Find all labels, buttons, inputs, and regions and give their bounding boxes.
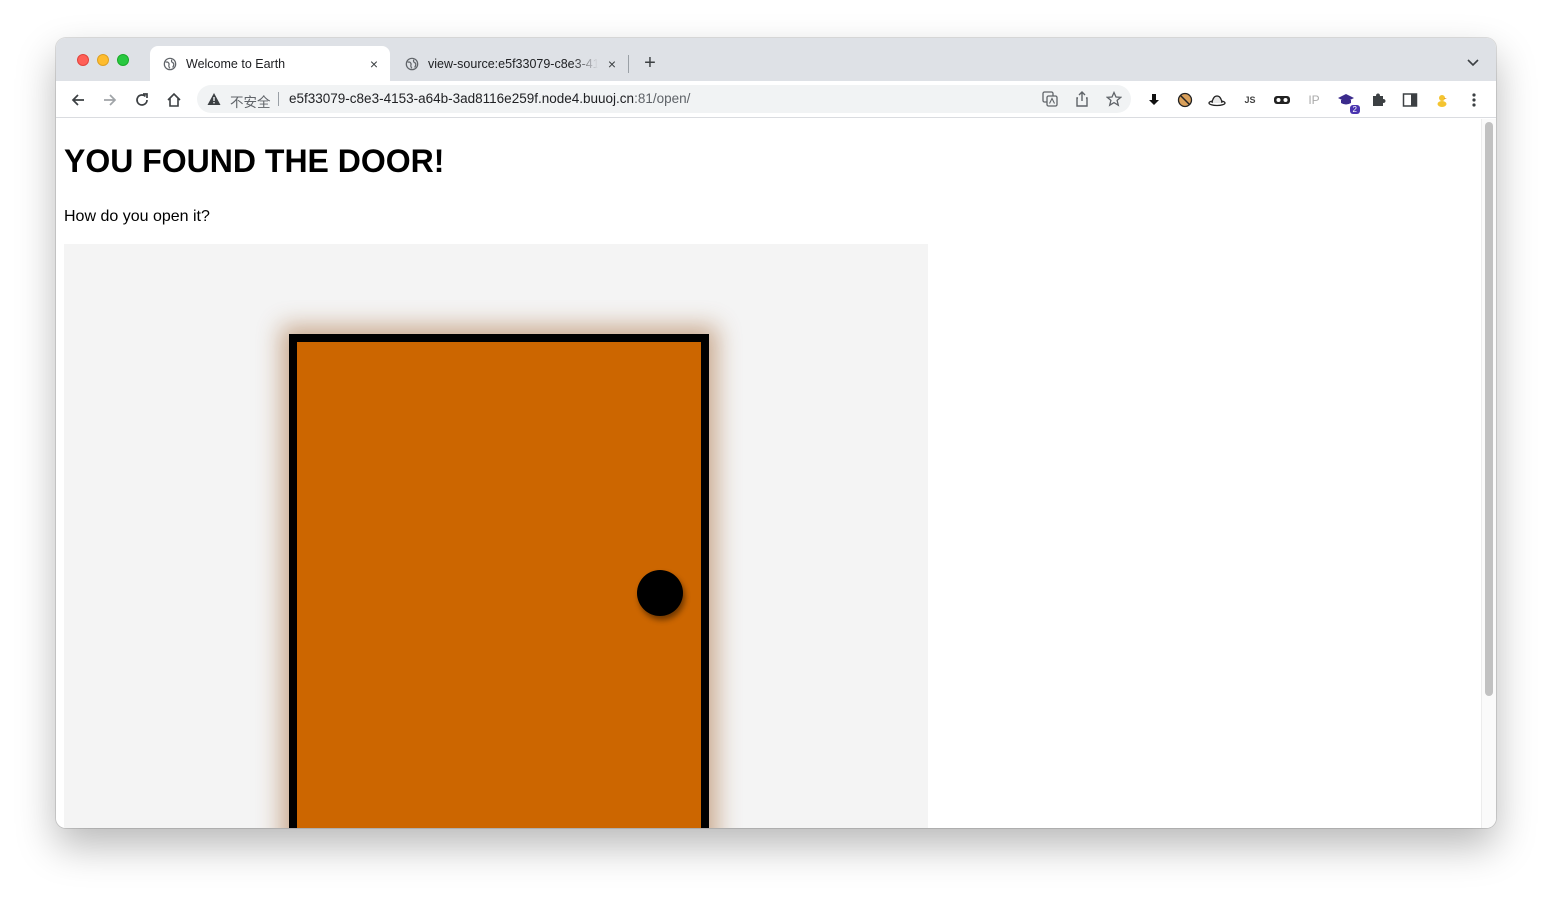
- duck-avatar-icon: [1437, 95, 1447, 107]
- arrow-left-icon: [71, 94, 84, 106]
- tab-search-button[interactable]: [1464, 54, 1482, 72]
- profile-button[interactable]: [1432, 90, 1452, 110]
- kebab-menu-icon: [1472, 93, 1476, 107]
- vertical-scrollbar[interactable]: [1481, 119, 1496, 828]
- chrome-menu-button[interactable]: [1464, 90, 1484, 110]
- share-button[interactable]: [1073, 90, 1091, 108]
- extension-badge: 2: [1349, 105, 1360, 114]
- js-label: JS: [1244, 95, 1256, 105]
- cookie-blocked-icon: [1177, 92, 1193, 108]
- js-extension[interactable]: JS: [1240, 90, 1260, 110]
- puzzle-icon: [1373, 93, 1386, 106]
- translate-icon: [1042, 91, 1058, 107]
- globe-icon: [405, 57, 419, 70]
- home-button[interactable]: [164, 90, 184, 110]
- page-heading: YOU FOUND THE DOOR!: [64, 143, 445, 179]
- browser-toolbar: 不安全 e5f33079-c8e3-4153-a64b-3ad8116e259f…: [56, 81, 1496, 118]
- download-arrow-icon: [1149, 94, 1159, 105]
- star-icon: [1106, 91, 1122, 107]
- scrollbar-thumb[interactable]: [1485, 122, 1493, 696]
- tab-welcome-to-earth[interactable]: Welcome to Earth ×: [150, 46, 390, 81]
- side-panel-button[interactable]: [1400, 90, 1420, 110]
- home-icon: [167, 92, 181, 107]
- translate-button[interactable]: [1041, 90, 1059, 108]
- warning-icon[interactable]: [207, 92, 221, 106]
- globe-icon: [163, 57, 177, 70]
- forward-button[interactable]: [100, 90, 120, 110]
- back-button[interactable]: [68, 90, 88, 110]
- mask-icon: [1274, 96, 1290, 104]
- new-tab-button[interactable]: +: [640, 52, 660, 74]
- url-text[interactable]: e5f33079-c8e3-4153-a64b-3ad8116e259f.nod…: [289, 91, 690, 106]
- ip-extension[interactable]: IP: [1304, 90, 1324, 110]
- page-viewport: YOU FOUND THE DOOR! How do you open it?: [56, 119, 1496, 828]
- browser-window: Welcome to Earth × view-source:e5f33079-…: [56, 38, 1496, 828]
- ip-label: IP: [1308, 93, 1320, 107]
- download-extension[interactable]: [1144, 90, 1164, 110]
- extensions-menu-button[interactable]: [1368, 90, 1388, 110]
- hat-extension[interactable]: [1207, 90, 1227, 110]
- tab-separator: [628, 55, 629, 73]
- url-host: e5f33079-c8e3-4153-a64b-3ad8116e259f.nod…: [289, 91, 635, 106]
- page-prompt: How do you open it?: [64, 208, 210, 225]
- address-separator: [278, 92, 279, 106]
- chevron-down-icon: [1467, 59, 1479, 67]
- bookmark-button[interactable]: [1105, 90, 1123, 108]
- cookie-extension[interactable]: [1175, 90, 1195, 110]
- tab-view-source[interactable]: view-source:e5f33079-c8e3-4153 ×: [392, 46, 628, 81]
- minimize-window-button[interactable]: [97, 54, 109, 66]
- tab-strip: Welcome to Earth × view-source:e5f33079-…: [56, 38, 1496, 81]
- security-label[interactable]: 不安全: [230, 91, 271, 111]
- maximize-window-button[interactable]: [117, 54, 129, 66]
- arrow-right-icon: [104, 94, 117, 106]
- graduation-extension[interactable]: 2: [1336, 90, 1360, 114]
- mask-extension[interactable]: [1272, 90, 1292, 110]
- tab-title: Welcome to Earth: [186, 56, 286, 71]
- tab-title: view-source:e5f33079-c8e3-4153: [428, 56, 598, 71]
- side-panel-icon: [1402, 93, 1418, 107]
- url-path: :81/open/: [634, 91, 691, 106]
- share-icon: [1076, 91, 1088, 107]
- close-window-button[interactable]: [77, 54, 89, 66]
- reload-button[interactable]: [132, 90, 152, 110]
- reload-icon: [136, 93, 148, 106]
- close-tab-icon[interactable]: ×: [366, 56, 382, 72]
- close-tab-icon[interactable]: ×: [604, 56, 620, 72]
- hat-icon: [1208, 95, 1226, 107]
- door[interactable]: [289, 334, 709, 828]
- address-bar[interactable]: 不安全 e5f33079-c8e3-4153-a64b-3ad8116e259f…: [197, 85, 1131, 113]
- door-stage: [64, 244, 928, 828]
- door-knob[interactable]: [637, 570, 683, 616]
